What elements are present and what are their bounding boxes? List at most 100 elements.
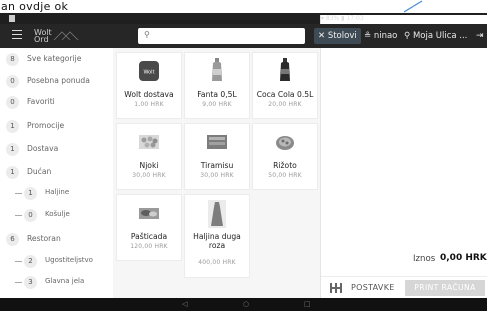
product-card[interactable]: Fanta 0,5L 9,00 HRK bbox=[184, 52, 250, 119]
bottle-icon bbox=[212, 58, 222, 81]
product-price: 20,00 HRK bbox=[268, 101, 302, 108]
sidebar-item-restoran[interactable]: 6 Restoran bbox=[6, 230, 111, 250]
product-name: Haljina duga roza bbox=[193, 232, 241, 250]
food-icon bbox=[139, 208, 159, 219]
sidebar-item-posebna-ponuda[interactable]: 0 Posebna ponuda bbox=[6, 72, 111, 92]
sidebar-item-label: Posebna ponuda bbox=[27, 76, 90, 85]
status-bar: ▾ 83% ▮ 17:03 bbox=[0, 13, 487, 265]
location-pin-icon: ⚲ bbox=[404, 31, 411, 41]
bottle-icon bbox=[280, 58, 290, 81]
stolovi-button[interactable]: ✕ Stolovi bbox=[314, 28, 361, 44]
location-button[interactable]: ⚲ Moja Ulica ... bbox=[404, 28, 467, 44]
product-grid: Wolt Wolt dostava 1,00 HRK Fanta 0,5L 9,… bbox=[113, 48, 320, 298]
product-card[interactable]: Wolt Wolt dostava 1,00 HRK bbox=[116, 52, 182, 119]
sidebar-item-dostava[interactable]: 1 Dostava bbox=[6, 140, 111, 160]
sidebar-item-favoriti[interactable]: 0 Favoriti bbox=[6, 93, 111, 113]
product-name: Tiramisu bbox=[200, 161, 234, 170]
wolt-logo-icon: Wolt bbox=[139, 61, 159, 81]
logo-decoration-icon bbox=[53, 31, 79, 41]
tree-connector bbox=[15, 193, 22, 194]
print-receipt-button[interactable]: PRINT RAČUNA bbox=[405, 280, 485, 296]
settings-grid-icon[interactable] bbox=[330, 283, 342, 293]
location-label: Moja Ulica ... bbox=[412, 31, 468, 41]
sidebar-item-label: Restoran bbox=[27, 234, 61, 243]
notification-icon bbox=[9, 15, 15, 22]
arrow-pointer-icon bbox=[404, 0, 423, 13]
stolovi-label: Stolovi bbox=[327, 31, 357, 41]
app-screen: an ovdje ok ▾ 83% ▮ 17:03 Wolt Ord ⚲ ✕ S… bbox=[0, 0, 487, 311]
user-label: ninao bbox=[373, 31, 398, 41]
product-card[interactable]: Haljina duga roza 400,00 HRK bbox=[184, 194, 250, 278]
tables-icon: ✕ bbox=[318, 31, 326, 41]
sidebar-item-promocije[interactable]: 1 Promocije bbox=[6, 117, 111, 137]
search-box[interactable]: ⚲ bbox=[138, 28, 305, 44]
product-card[interactable]: Rižoto 50,00 HRK bbox=[252, 123, 318, 190]
sidebar-item-label: Košulje bbox=[45, 210, 70, 218]
user-icon: ≗ bbox=[364, 31, 372, 41]
sidebar-item-label: Sve kategorije bbox=[27, 54, 82, 63]
sidebar-item-label: Haljine bbox=[45, 188, 70, 196]
caption-text: an ovdje ok bbox=[1, 0, 69, 13]
product-name: Fanta 0,5L bbox=[197, 90, 237, 99]
sidebar-item-label: Dućan bbox=[27, 167, 52, 176]
top-caption-strip: an ovdje ok bbox=[0, 0, 487, 13]
total-value: 0,00 HRK bbox=[440, 253, 487, 263]
product-name: Njoki bbox=[139, 161, 159, 170]
tree-connector bbox=[15, 215, 22, 216]
order-actions: POSTAVKE PRINT RAČUNA bbox=[321, 276, 487, 298]
sidebar-item-sve-kategorije[interactable]: 8 Sve kategorije bbox=[6, 50, 111, 70]
count-badge: 0 bbox=[6, 96, 19, 109]
food-icon bbox=[207, 135, 227, 149]
product-card[interactable]: Coca Cola 0.5L 20,00 HRK bbox=[252, 52, 318, 119]
hamburger-menu-icon[interactable] bbox=[12, 30, 22, 40]
sidebar-item-label: Dostava bbox=[27, 144, 59, 153]
product-price: 1,00 HRK bbox=[134, 101, 164, 108]
product-card[interactable]: Tiramisu 30,00 HRK bbox=[184, 123, 250, 190]
product-name: Wolt dostava bbox=[124, 90, 174, 99]
sidebar-item-label: Ugostiteljstvo bbox=[45, 256, 93, 264]
product-price: 30,00 HRK bbox=[132, 172, 166, 179]
sidebar-item-label: Favoriti bbox=[27, 97, 55, 106]
count-badge: 1 bbox=[6, 143, 19, 156]
product-name: Coca Cola 0.5L bbox=[256, 90, 314, 99]
product-price: 50,00 HRK bbox=[268, 172, 302, 179]
settings-button[interactable]: POSTAVKE bbox=[351, 283, 395, 292]
home-icon[interactable]: ○ bbox=[243, 300, 249, 308]
system-navigation-bar: ◁ ○ □ bbox=[0, 298, 487, 311]
count-badge: 6 bbox=[6, 233, 19, 246]
count-badge: 2 bbox=[24, 255, 37, 268]
product-name: Pašticada bbox=[130, 232, 168, 241]
user-button[interactable]: ≗ ninao bbox=[364, 28, 397, 44]
order-panel: Iznos 0,00 HRK POSTAVKE PRINT RAČUNA bbox=[320, 48, 487, 298]
count-badge: 1 bbox=[6, 166, 19, 179]
count-badge: 1 bbox=[6, 120, 19, 133]
count-badge: 0 bbox=[6, 75, 19, 88]
product-card[interactable]: Pašticada 120,00 HRK bbox=[116, 194, 182, 261]
sidebar-item-ducan[interactable]: 1 Dućan bbox=[6, 163, 111, 183]
back-icon[interactable]: ◁ bbox=[182, 300, 187, 308]
svg-text:Wolt: Wolt bbox=[143, 70, 154, 76]
search-icon: ⚲ bbox=[144, 30, 150, 39]
product-price: 400,00 HRK bbox=[198, 259, 236, 266]
count-badge: 1 bbox=[24, 187, 37, 200]
app-logo: Wolt Ord bbox=[34, 28, 52, 44]
total-label: Iznos bbox=[413, 254, 436, 264]
top-toolbar: Wolt Ord ⚲ ✕ Stolovi ≗ ninao ⚲ Moja Ulic… bbox=[0, 24, 487, 48]
tree-connector bbox=[15, 282, 22, 283]
tree-connector bbox=[15, 261, 22, 262]
food-icon bbox=[139, 135, 159, 149]
search-input[interactable] bbox=[156, 30, 300, 42]
product-price: 9,00 HRK bbox=[202, 101, 232, 108]
product-price: 120,00 HRK bbox=[130, 243, 168, 250]
recents-icon[interactable]: □ bbox=[304, 300, 311, 308]
logout-icon[interactable]: ⇥ bbox=[476, 28, 484, 44]
product-price: 30,00 HRK bbox=[200, 172, 234, 179]
count-badge: 0 bbox=[24, 209, 37, 222]
count-badge: 3 bbox=[24, 276, 37, 289]
sidebar-item-label: Glavna jela bbox=[45, 277, 85, 285]
product-card[interactable]: Njoki 30,00 HRK bbox=[116, 123, 182, 190]
category-sidebar: 8 Sve kategorije 0 Posebna ponuda 0 Favo… bbox=[0, 48, 113, 298]
sidebar-item-label: Promocije bbox=[27, 121, 65, 130]
food-icon bbox=[276, 136, 294, 150]
product-name: Rižoto bbox=[273, 161, 297, 170]
